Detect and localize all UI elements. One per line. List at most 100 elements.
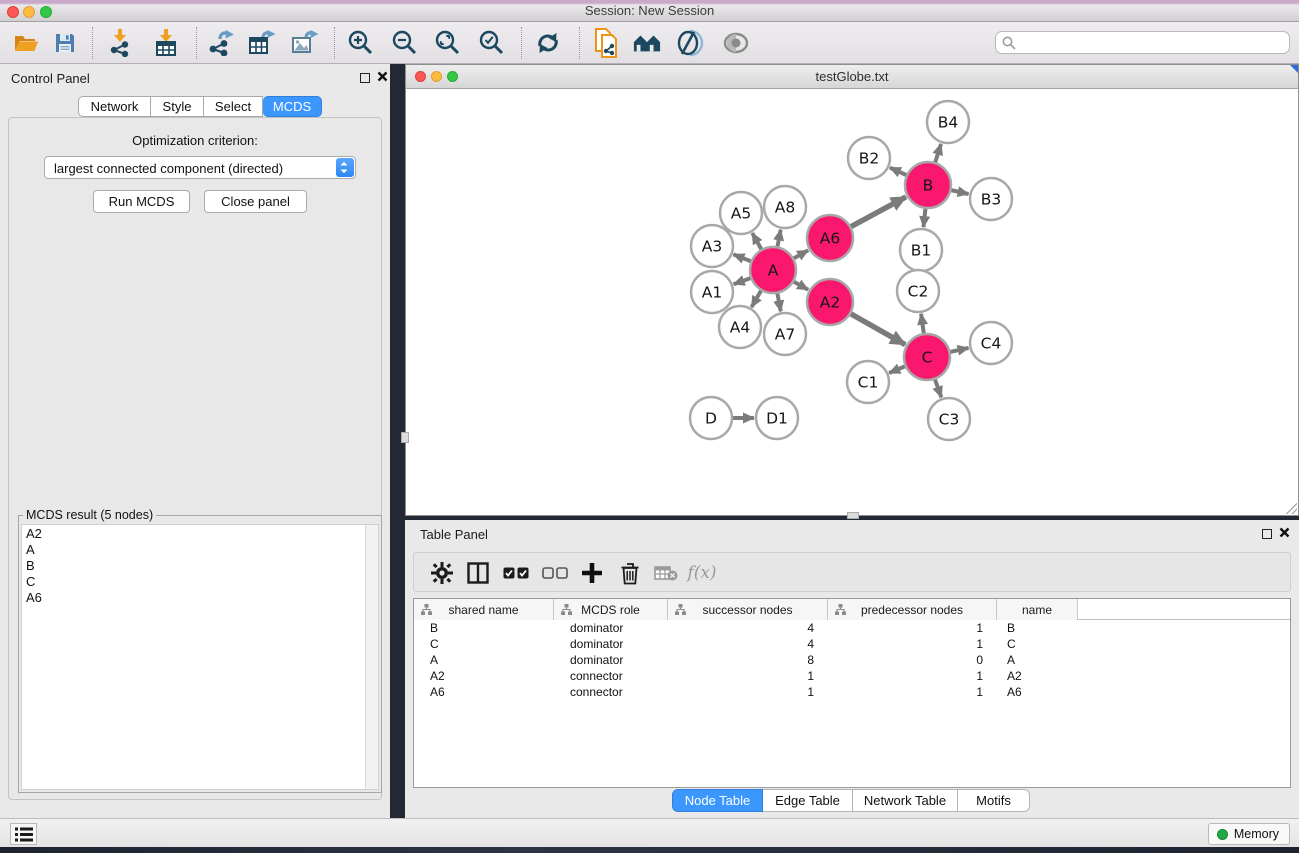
header-filler	[1078, 599, 1290, 619]
hide-details-icon[interactable]	[676, 29, 704, 57]
status-bar: Memory	[0, 818, 1299, 847]
network-window-titlebar[interactable]: testGlobe.txt	[406, 65, 1298, 89]
table-row[interactable]: Bdominator41B	[414, 620, 1290, 636]
show-details-eye-icon[interactable]	[722, 29, 750, 57]
column-label: MCDS role	[581, 603, 640, 617]
column-chooser-icon[interactable]	[464, 559, 492, 587]
settings-gear-icon[interactable]	[428, 559, 456, 587]
cell: 8	[668, 653, 828, 667]
cell: A2	[997, 669, 1078, 683]
mcds-list-scrollbar[interactable]	[365, 525, 378, 789]
network-graph[interactable]: AA1A2A3A4A5A6A7A8BB1B2B3B4CC1C2C3C4DD1	[406, 89, 1298, 514]
refresh-icon[interactable]	[534, 29, 562, 57]
task-history-button[interactable]	[10, 823, 37, 845]
column-header-shared-name[interactable]: shared name	[414, 599, 554, 620]
node-table: shared name MCDS role successor nodesprede…	[413, 598, 1291, 788]
table-row[interactable]: A2connector11A2	[414, 668, 1290, 684]
splitter-grip[interactable]	[401, 432, 409, 443]
toolbar-separator	[92, 27, 93, 59]
export-network-icon[interactable]	[207, 29, 235, 57]
function-builder-icon[interactable]: f(x)	[688, 559, 716, 587]
cell: dominator	[554, 653, 668, 667]
cell: dominator	[554, 621, 668, 635]
memory-button[interactable]: Memory	[1208, 823, 1290, 845]
tab-motifs[interactable]: Motifs	[958, 789, 1030, 812]
column-header-name[interactable]: name	[997, 599, 1078, 620]
tab-network-table[interactable]: Network Table	[853, 789, 958, 812]
tab-select[interactable]: Select	[204, 96, 263, 117]
mcds-result-item[interactable]: B	[22, 557, 378, 573]
close-panel-icon[interactable]	[377, 71, 388, 82]
column-header-predecessor-nodes[interactable]: predecessor nodes	[828, 599, 997, 620]
zoom-in-icon[interactable]	[347, 29, 375, 57]
table-row[interactable]: A6connector11A6	[414, 684, 1290, 700]
splitter-grip[interactable]	[847, 512, 859, 519]
cell: A2	[414, 669, 554, 683]
tab-node-table[interactable]: Node Table	[672, 789, 763, 812]
import-table-icon[interactable]	[152, 29, 180, 57]
search-field[interactable]	[995, 31, 1290, 54]
open-file-icon[interactable]	[12, 29, 40, 57]
session-title: Session: New Session	[0, 3, 1299, 18]
close-panel-icon[interactable]	[1279, 527, 1290, 538]
export-table-icon[interactable]	[248, 29, 276, 57]
zoom-out-icon[interactable]	[391, 29, 419, 57]
mcds-result-item[interactable]: A	[22, 541, 378, 557]
memory-label: Memory	[1234, 827, 1279, 841]
node-label-C1: C1	[858, 374, 879, 392]
table-row[interactable]: Adominator80A	[414, 652, 1290, 668]
zoom-selected-icon[interactable]	[478, 29, 506, 57]
column-header-MCDS-role[interactable]: MCDS role	[554, 599, 668, 620]
float-panel-icon[interactable]	[1262, 529, 1272, 539]
network-canvas[interactable]: AA1A2A3A4A5A6A7A8BB1B2B3B4CC1C2C3C4DD1	[406, 89, 1298, 514]
add-column-icon[interactable]	[578, 559, 606, 587]
search-icon	[1002, 36, 1016, 50]
criterion-dropdown[interactable]: largest connected component (directed)	[44, 156, 356, 179]
node-label-A6: A6	[820, 230, 840, 248]
export-image-icon[interactable]	[291, 29, 319, 57]
column-label: shared name	[448, 603, 518, 617]
save-session-icon[interactable]	[51, 29, 79, 57]
node-label-A3: A3	[702, 238, 722, 256]
optimization-criterion-label: Optimization criterion:	[9, 133, 381, 148]
search-input[interactable]	[1020, 33, 1280, 52]
cell: 1	[828, 637, 997, 651]
mcds-result-item[interactable]: C	[22, 573, 378, 589]
table-panel-title: Table Panel	[420, 527, 488, 542]
delete-column-icon[interactable]	[616, 559, 644, 587]
node-label-B1: B1	[911, 242, 932, 260]
cell: B	[997, 621, 1078, 635]
node-label-D1: D1	[766, 410, 788, 428]
tab-network[interactable]: Network	[78, 96, 151, 117]
tab-edge-table[interactable]: Edge Table	[763, 789, 853, 812]
control-panel-tabs: NetworkStyleSelectMCDS	[78, 96, 322, 117]
cell: 4	[668, 621, 828, 635]
select-all-icon[interactable]	[502, 559, 530, 587]
tab-mcds[interactable]: MCDS	[263, 96, 322, 117]
deselect-all-icon[interactable]	[541, 559, 569, 587]
table-row[interactable]: Cdominator41C	[414, 636, 1290, 652]
memory-status-icon	[1217, 829, 1228, 840]
import-network-icon[interactable]	[106, 29, 134, 57]
column-label: name	[1022, 603, 1052, 617]
tree-column-icon	[835, 604, 846, 615]
delete-table-icon[interactable]	[652, 559, 680, 587]
toolbar-separator	[334, 27, 335, 59]
tab-style[interactable]: Style	[151, 96, 204, 117]
node-label-A2: A2	[820, 294, 840, 312]
new-network-icon[interactable]	[593, 29, 621, 57]
float-panel-icon[interactable]	[360, 73, 370, 83]
node-label-C2: C2	[908, 283, 929, 301]
close-panel-button[interactable]: Close panel	[204, 190, 307, 213]
run-mcds-button[interactable]: Run MCDS	[93, 190, 190, 213]
mcds-result-title: MCDS result (5 nodes)	[23, 508, 156, 522]
criterion-value: largest connected component (directed)	[54, 161, 283, 176]
first-neighbors-icon[interactable]	[633, 29, 661, 57]
table-toolbar: f(x)	[413, 552, 1291, 592]
zoom-fit-icon[interactable]	[434, 29, 462, 57]
mcds-result-item[interactable]: A2	[22, 525, 378, 541]
mcds-result-item[interactable]: A6	[22, 589, 378, 605]
column-header-successor-nodes[interactable]: successor nodes	[668, 599, 828, 620]
cell: 4	[668, 637, 828, 651]
node-label-A5: A5	[731, 205, 751, 223]
